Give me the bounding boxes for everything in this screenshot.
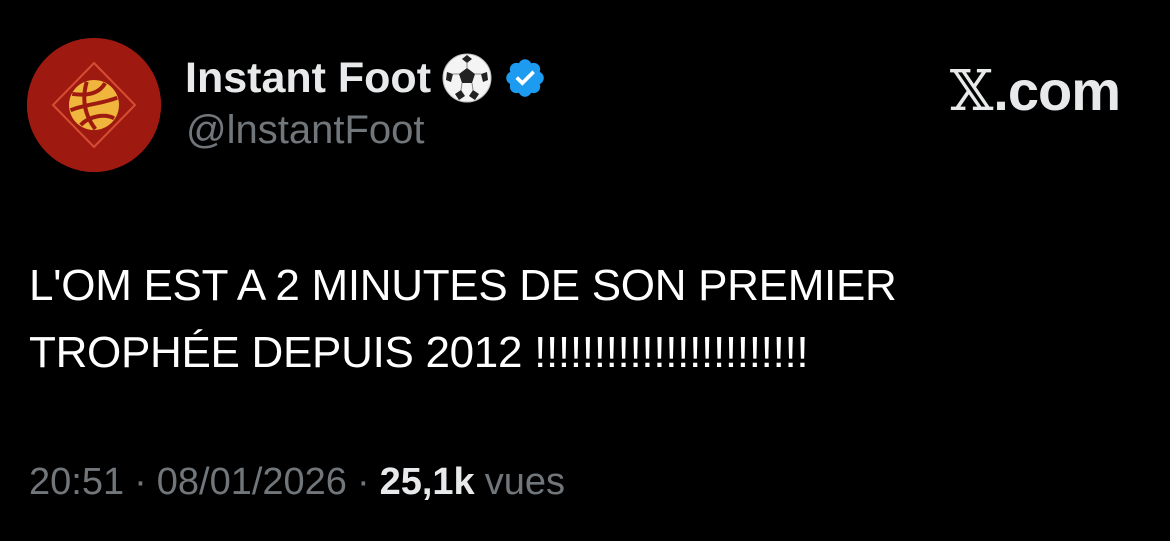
- volleyball-logo-icon: [27, 38, 161, 172]
- soccer-ball-icon: [441, 52, 493, 104]
- views-label: vues: [484, 461, 565, 503]
- author-name-row: Instant Foot: [185, 48, 547, 108]
- tweet-time[interactable]: 20:51: [29, 461, 124, 504]
- x-logo-icon: 𝕏: [949, 59, 993, 124]
- tweet-text: L'OM EST A 2 MINUTES DE SON PREMIER TROP…: [29, 261, 897, 377]
- views-count[interactable]: 25,1k: [380, 461, 475, 504]
- verified-badge-icon[interactable]: [503, 56, 547, 100]
- brand-label: .com: [993, 59, 1121, 122]
- meta-separator: ·: [134, 461, 147, 503]
- tweet-meta: 20:51 · 08/01/2026 · 25,1k vues: [29, 461, 565, 504]
- tweet-date[interactable]: 08/01/2026: [157, 461, 347, 504]
- author-handle[interactable]: @lnstantFoot: [186, 108, 425, 153]
- meta-separator: ·: [356, 461, 370, 503]
- author-display-name[interactable]: Instant Foot: [185, 54, 431, 103]
- x-com-watermark: 𝕏.com: [949, 58, 1121, 124]
- avatar[interactable]: [27, 38, 161, 172]
